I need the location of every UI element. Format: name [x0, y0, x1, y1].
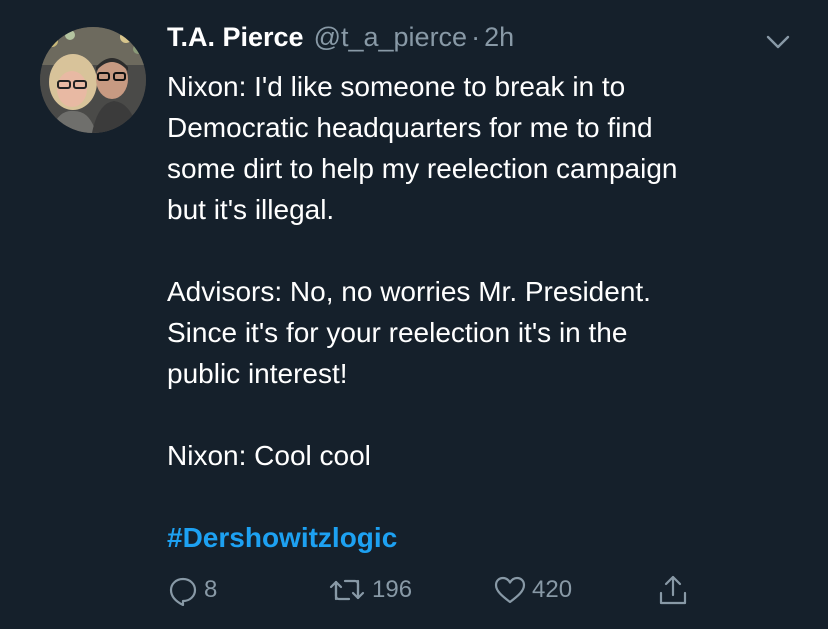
retweet-count: 196	[372, 576, 413, 603]
retweet-icon	[329, 579, 365, 601]
tweet-actions: 8 196 420	[0, 570, 828, 610]
hashtag-link[interactable]: #Dershowitzlogic	[167, 522, 397, 553]
like-button[interactable]: 420	[493, 570, 572, 610]
display-name[interactable]: T.A. Pierce	[167, 22, 304, 53]
header-separator: ·	[471, 22, 481, 52]
chevron-down-icon[interactable]	[765, 32, 791, 52]
user-handle[interactable]: @t_a_pierce	[314, 22, 468, 53]
tweet-paragraph: Advisors: No, no worries Mr. President. …	[167, 276, 651, 389]
reply-count: 8	[204, 576, 218, 603]
tweet-card[interactable]: T.A. Pierce @t_a_pierce · 2h Nixon: I'd …	[0, 0, 828, 629]
share-icon	[659, 575, 687, 605]
avatar[interactable]	[40, 27, 146, 133]
tweet-paragraph: Nixon: Cool cool	[167, 440, 371, 471]
timestamp[interactable]: 2h	[484, 22, 514, 53]
tweet-paragraph: Nixon: I'd like someone to break in to D…	[167, 71, 678, 225]
like-count: 420	[532, 576, 573, 603]
tweet-header: T.A. Pierce @t_a_pierce · 2h	[167, 22, 514, 62]
tweet-text: Nixon: I'd like someone to break in to D…	[167, 66, 797, 558]
reply-button[interactable]: 8	[167, 570, 217, 610]
profile-photo-icon	[40, 27, 146, 133]
retweet-button[interactable]: 196	[327, 570, 412, 610]
reply-icon	[169, 577, 197, 606]
heart-icon	[494, 576, 526, 604]
share-button[interactable]	[656, 570, 690, 610]
